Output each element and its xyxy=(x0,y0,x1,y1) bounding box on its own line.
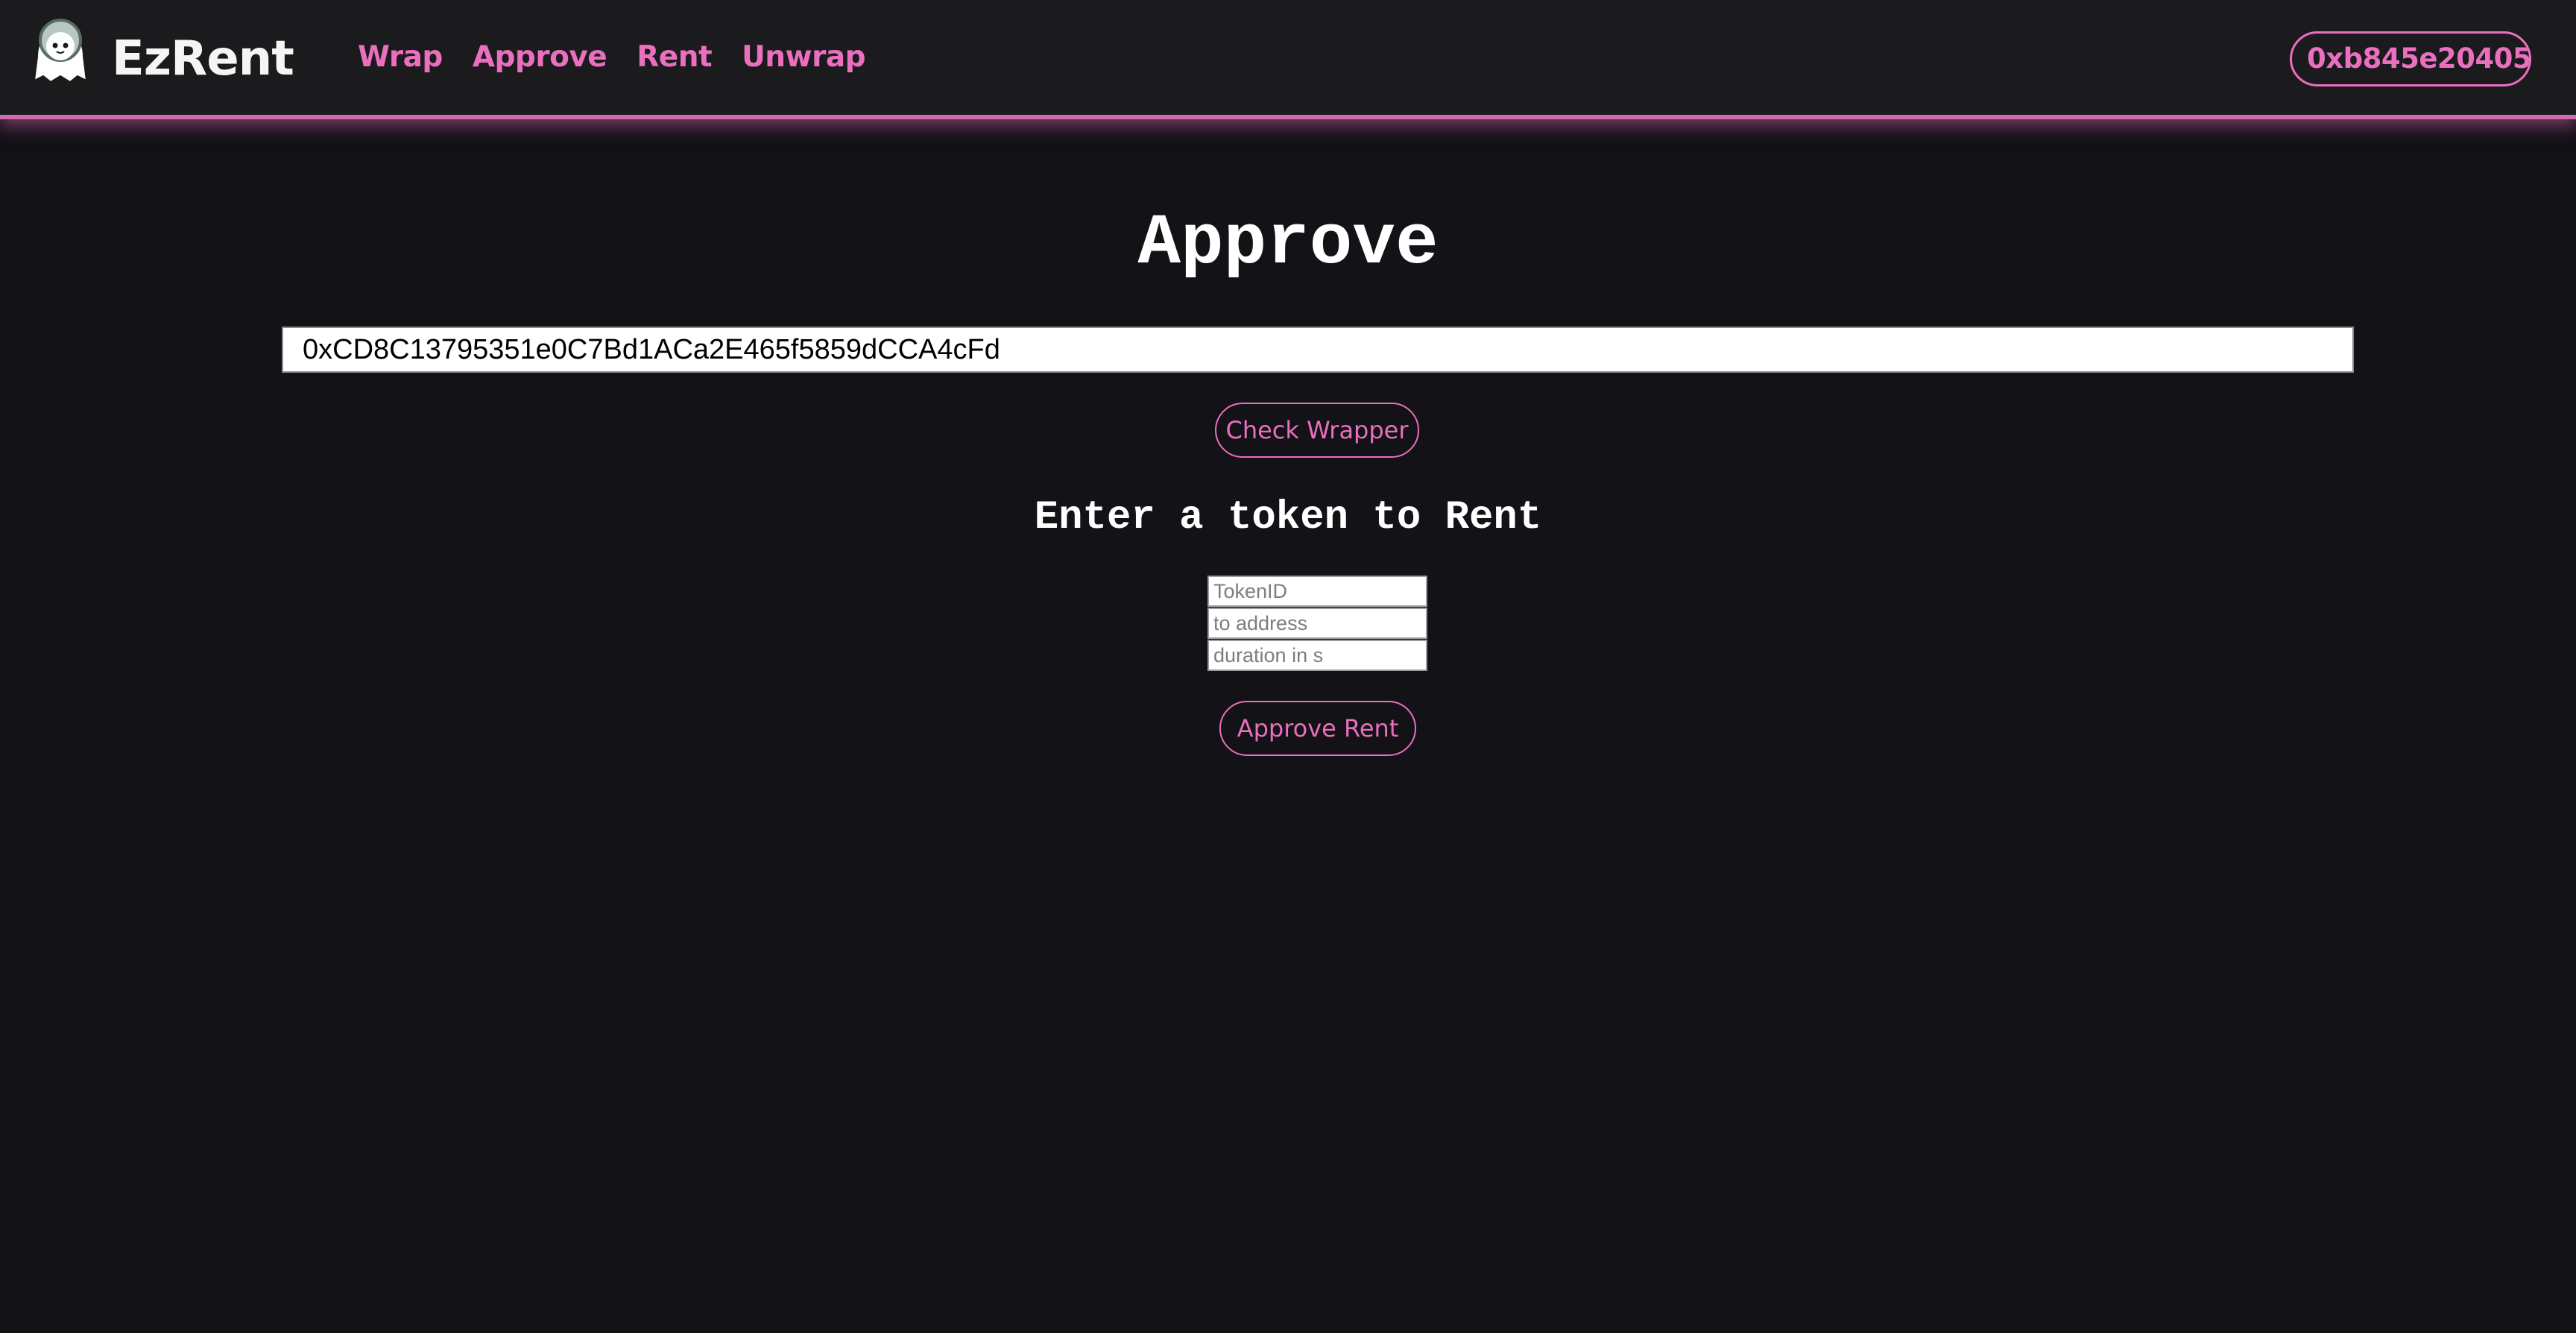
rent-section-title: Enter a token to Rent xyxy=(1034,495,1542,541)
approve-rent-button[interactable]: Approve Rent xyxy=(1219,701,1416,756)
page-title: Approve xyxy=(1137,203,1439,284)
nav-links: Wrap Approve Rent Unwrap xyxy=(358,40,895,74)
check-wrapper-button[interactable]: Check Wrapper xyxy=(1215,403,1419,458)
nav-link-rent[interactable]: Rent xyxy=(637,40,712,74)
nav-link-wrap[interactable]: Wrap xyxy=(358,40,443,74)
brand-name[interactable]: EzRent xyxy=(112,31,294,86)
top-navbar: EzRent Wrap Approve Rent Unwrap 0xb845e2… xyxy=(0,0,2576,119)
token-id-input[interactable] xyxy=(1208,576,1427,607)
wallet-address-button[interactable]: 0xb845e20405df9 xyxy=(2290,31,2531,86)
duration-input[interactable] xyxy=(1208,640,1427,671)
nav-link-approve[interactable]: Approve xyxy=(473,40,607,74)
nav-link-unwrap[interactable]: Unwrap xyxy=(742,40,865,74)
to-address-input[interactable] xyxy=(1208,608,1427,639)
wrapper-address-input[interactable] xyxy=(282,327,2354,373)
ghost-logo-icon[interactable] xyxy=(27,13,94,88)
